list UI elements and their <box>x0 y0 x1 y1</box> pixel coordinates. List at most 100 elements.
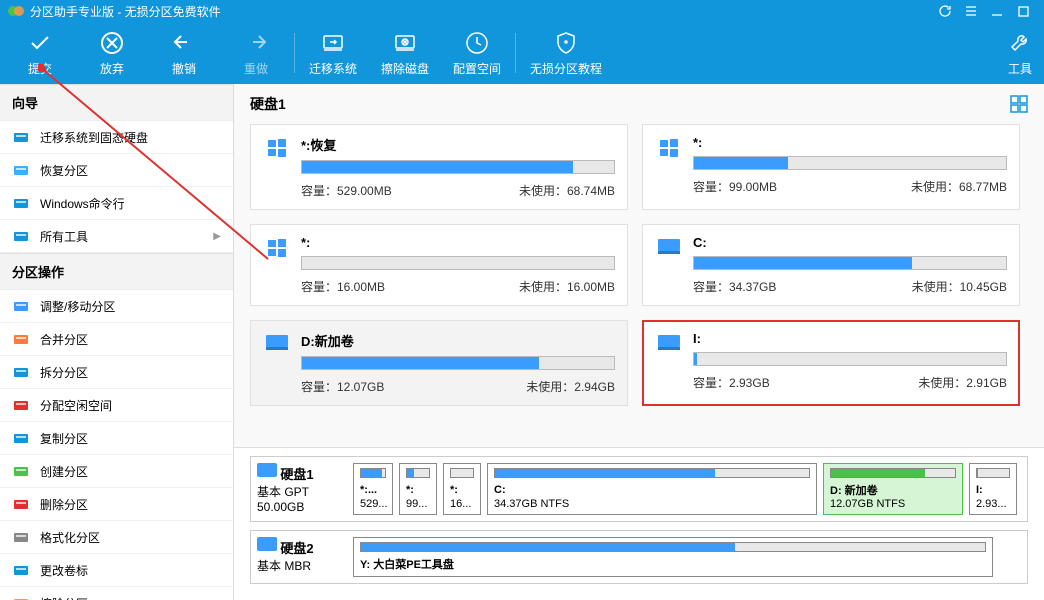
partition-card[interactable]: D:新加卷 容量：12.07GB 未使用：2.94GB <box>250 320 628 406</box>
partition-name: *:恢复 <box>301 135 615 154</box>
disk-part-label: *: <box>450 484 474 496</box>
disk-summary: 硬盘1 基本 GPT 50.00GB *:... 529... *: 99...… <box>234 447 1044 600</box>
ops-item[interactable]: 擦除分区 <box>0 587 233 600</box>
commit-button[interactable]: 提交 <box>4 22 76 84</box>
disk-info: 硬盘1 基本 GPT 50.00GB <box>257 463 347 515</box>
ops-item-label: 拆分分区 <box>40 364 88 381</box>
ops-item-label: 擦除分区 <box>40 595 88 600</box>
partition-capacity: 容量：12.07GB <box>301 378 384 395</box>
disk-part-label: Y: 大白菜PE工具盘 <box>360 556 986 572</box>
ops-item[interactable]: 格式化分区 <box>0 521 233 554</box>
partition-unused: 未使用：16.00MB <box>519 278 615 295</box>
partition-icon <box>655 135 683 199</box>
partition-card[interactable]: *: 容量：99.00MB 未使用：68.77MB <box>642 124 1020 210</box>
space-icon <box>464 30 490 56</box>
wipe-icon <box>392 30 418 56</box>
wizard-item[interactable]: Windows命令行 <box>0 187 233 220</box>
wizard-item[interactable]: 恢复分区 <box>0 154 233 187</box>
refresh-icon[interactable] <box>932 0 958 22</box>
partition-unused: 未使用：10.45GB <box>912 278 1007 295</box>
ops-item-label: 分配空闲空间 <box>40 397 112 414</box>
app-title: 分区助手专业版 - 无损分区免费软件 <box>30 3 221 20</box>
space-button[interactable]: 配置空间 <box>441 22 513 84</box>
wizard-item-label: 所有工具 <box>40 228 88 245</box>
tools-button[interactable]: 工具 <box>1000 22 1040 84</box>
ops-item-icon <box>12 561 30 579</box>
wizard-item[interactable]: 所有工具 ▶ <box>0 220 233 253</box>
check-icon <box>27 30 53 56</box>
content-area: 硬盘1 *:恢复 容量：529.00MB 未使用：68.74MB *: 容量：9… <box>234 84 1044 600</box>
minimize-icon[interactable] <box>984 0 1010 22</box>
disk-part-label: C: <box>494 484 810 496</box>
sidebar: 向导 迁移系统到固态硬盘 恢复分区 Windows命令行 所有工具 ▶ 分区操作… <box>0 84 234 600</box>
view-toggle-icon[interactable] <box>1010 95 1028 113</box>
ops-item-label: 调整/移动分区 <box>40 298 115 315</box>
ops-item-icon <box>12 495 30 513</box>
disk-part-block[interactable]: *:... 529... <box>353 463 393 515</box>
partition-usage-bar <box>693 156 1007 170</box>
wizard-item-label: 迁移系统到固态硬盘 <box>40 129 148 146</box>
disk-name: 硬盘2 <box>280 541 313 556</box>
app-logo-icon <box>8 3 24 19</box>
ops-item[interactable]: 合并分区 <box>0 323 233 356</box>
partition-card[interactable]: *: 容量：16.00MB 未使用：16.00MB <box>250 224 628 306</box>
wizard-item-icon <box>12 194 30 212</box>
disk-row: 硬盘2 基本 MBR Y: 大白菜PE工具盘 <box>250 530 1028 584</box>
ops-item[interactable]: 创建分区 <box>0 455 233 488</box>
partition-card[interactable]: *:恢复 容量：529.00MB 未使用：68.74MB <box>250 124 628 210</box>
disk-header: 硬盘1 <box>250 94 286 114</box>
tutorial-button[interactable]: 无损分区教程 <box>518 22 614 84</box>
disk-part-block[interactable]: *: 16... <box>443 463 481 515</box>
partition-name: D:新加卷 <box>301 331 615 350</box>
disk-part-block[interactable]: *: 99... <box>399 463 437 515</box>
wrench-icon <box>1007 30 1033 56</box>
discard-button[interactable]: 放弃 <box>76 22 148 84</box>
disk-part-block[interactable]: I: 2.93... <box>969 463 1017 515</box>
wizard-item-label: Windows命令行 <box>40 195 125 212</box>
redo-icon <box>243 30 269 56</box>
disk-icon <box>257 537 277 551</box>
disk-part-block[interactable]: C: 34.37GB NTFS <box>487 463 817 515</box>
ops-item-icon <box>12 396 30 414</box>
disk-part-sub: 16... <box>450 498 474 510</box>
partition-unused: 未使用：2.91GB <box>918 374 1007 391</box>
partition-capacity: 容量：16.00MB <box>301 278 385 295</box>
partition-icon <box>263 135 291 199</box>
partition-name: *: <box>301 235 615 250</box>
ops-item-icon <box>12 363 30 381</box>
partition-name: C: <box>693 235 1007 250</box>
wipe-button[interactable]: 擦除磁盘 <box>369 22 441 84</box>
ops-item[interactable]: 更改卷标 <box>0 554 233 587</box>
wizard-item[interactable]: 迁移系统到固态硬盘 <box>0 121 233 154</box>
ops-item[interactable]: 拆分分区 <box>0 356 233 389</box>
partition-grid: *:恢复 容量：529.00MB 未使用：68.74MB *: 容量：99.00… <box>234 120 1044 447</box>
wizard-item-icon <box>12 161 30 179</box>
disk-part-sub: 12.07GB NTFS <box>830 498 956 510</box>
partition-usage-bar <box>693 256 1007 270</box>
disk-row: 硬盘1 基本 GPT 50.00GB *:... 529... *: 99...… <box>250 456 1028 522</box>
disk-part-sub: 529... <box>360 498 386 510</box>
ops-item-icon <box>12 297 30 315</box>
ops-item-icon <box>12 330 30 348</box>
partition-card[interactable]: I: 容量：2.93GB 未使用：2.91GB <box>642 320 1020 406</box>
partition-unused: 未使用：68.77MB <box>911 178 1007 195</box>
disk-part-block[interactable]: Y: 大白菜PE工具盘 <box>353 537 993 577</box>
disk-part-block[interactable]: D: 新加卷 12.07GB NTFS <box>823 463 963 515</box>
ops-item[interactable]: 删除分区 <box>0 488 233 521</box>
ops-item-icon <box>12 528 30 546</box>
partition-card[interactable]: C: 容量：34.37GB 未使用：10.45GB <box>642 224 1020 306</box>
menu-icon[interactable] <box>958 0 984 22</box>
maximize-icon[interactable] <box>1010 0 1036 22</box>
disk-part-sub: 34.37GB NTFS <box>494 498 810 510</box>
shield-icon <box>553 30 579 56</box>
undo-button[interactable]: 撤销 <box>148 22 220 84</box>
migrate-button[interactable]: 迁移系统 <box>297 22 369 84</box>
partition-capacity: 容量：529.00MB <box>301 182 392 199</box>
wizard-item-icon <box>12 128 30 146</box>
ops-item[interactable]: 复制分区 <box>0 422 233 455</box>
ops-item[interactable]: 分配空闲空间 <box>0 389 233 422</box>
ops-item[interactable]: 调整/移动分区 <box>0 290 233 323</box>
disk-name: 硬盘1 <box>280 467 313 482</box>
disk-part-label: I: <box>976 484 1010 496</box>
redo-button[interactable]: 重做 <box>220 22 292 84</box>
